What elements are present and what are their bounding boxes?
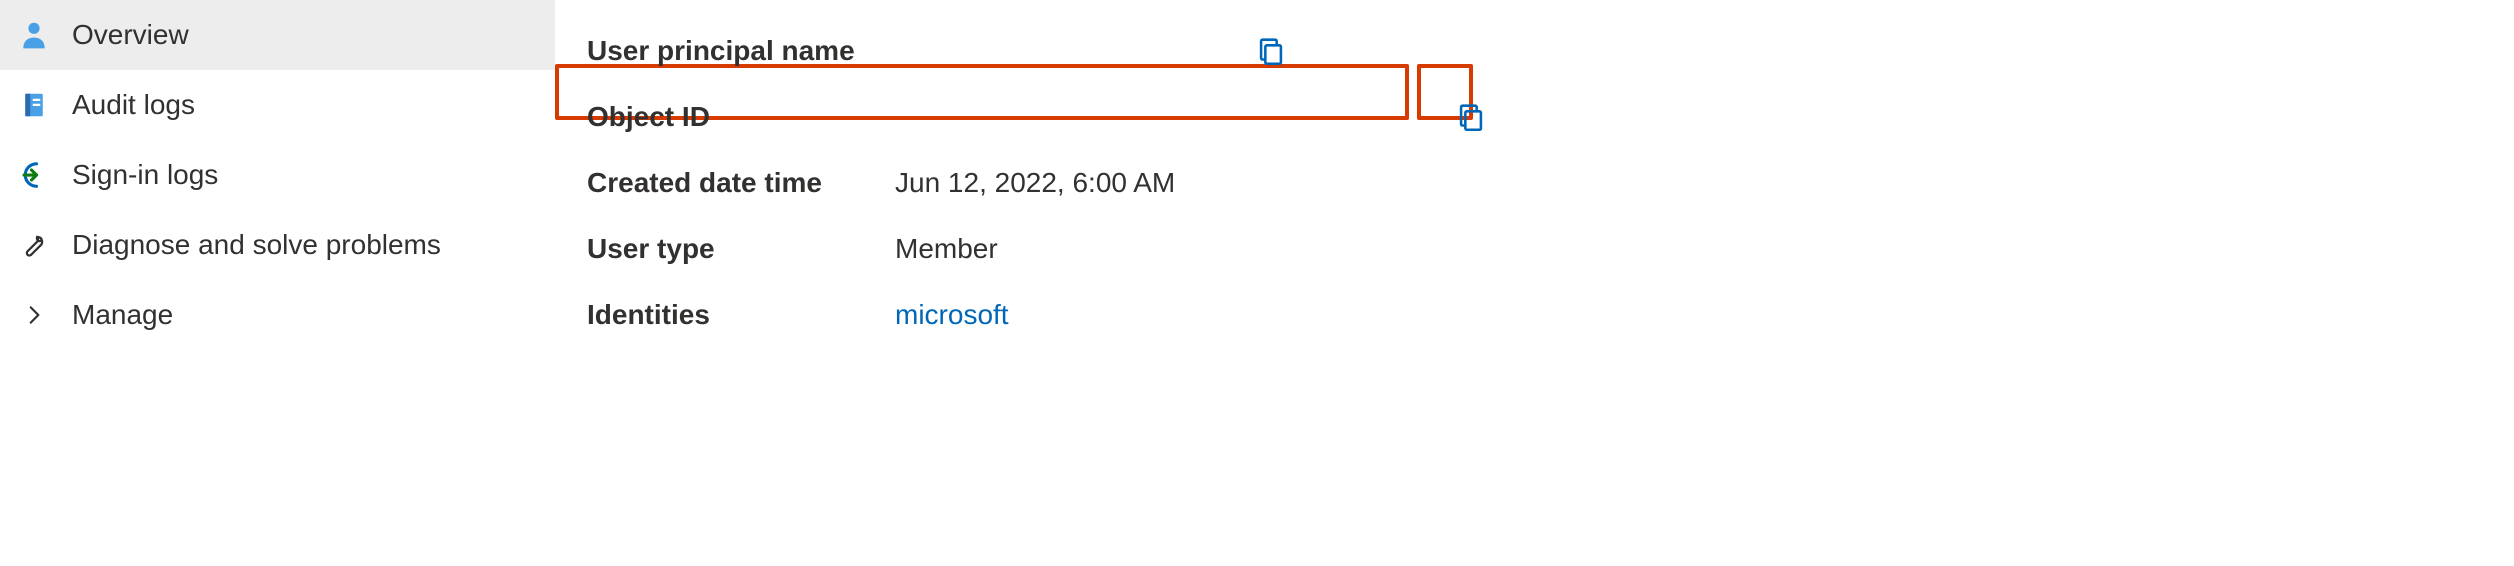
copy-button-upn[interactable] xyxy=(1249,29,1293,73)
field-label: User type xyxy=(581,233,895,265)
signin-icon xyxy=(16,157,52,193)
content: User principal name Object ID Created da… xyxy=(555,0,2514,566)
sidebar-item-label: Manage xyxy=(72,299,173,331)
field-label: Object ID xyxy=(581,101,895,133)
sidebar-item-manage[interactable]: Manage xyxy=(0,280,555,350)
chevron-right-icon xyxy=(16,297,52,333)
field-label: User principal name xyxy=(581,35,895,67)
field-value: Jun 12, 2022, 6:00 AM xyxy=(895,167,2514,199)
wrench-icon xyxy=(16,227,52,263)
field-created-date-time: Created date time Jun 12, 2022, 6:00 AM xyxy=(581,150,2514,216)
field-user-principal-name: User principal name xyxy=(581,18,2514,84)
field-value-link[interactable]: microsoft xyxy=(895,299,2514,331)
copy-icon xyxy=(1254,34,1288,68)
sidebar-item-label: Sign-in logs xyxy=(72,159,218,191)
sidebar: Overview Audit logs Sign- xyxy=(0,0,555,566)
copy-icon xyxy=(1454,100,1488,134)
sidebar-item-label: Diagnose and solve problems xyxy=(72,229,441,261)
notebook-icon xyxy=(16,87,52,123)
field-user-type: User type Member xyxy=(581,216,2514,282)
sidebar-item-audit-logs[interactable]: Audit logs xyxy=(0,70,555,140)
field-object-id: Object ID xyxy=(581,84,2514,150)
sidebar-item-diagnose[interactable]: Diagnose and solve problems xyxy=(0,210,555,280)
person-icon xyxy=(16,17,52,53)
sidebar-item-overview[interactable]: Overview xyxy=(0,0,555,70)
sidebar-item-signin-logs[interactable]: Sign-in logs xyxy=(0,140,555,210)
sidebar-item-label: Audit logs xyxy=(72,89,195,121)
field-value: Member xyxy=(895,233,2514,265)
field-label: Identities xyxy=(581,299,895,331)
field-label: Created date time xyxy=(581,167,895,199)
copy-button-object-id[interactable] xyxy=(1449,95,1493,139)
field-identities: Identities microsoft xyxy=(581,282,2514,348)
sidebar-item-label: Overview xyxy=(72,19,189,51)
